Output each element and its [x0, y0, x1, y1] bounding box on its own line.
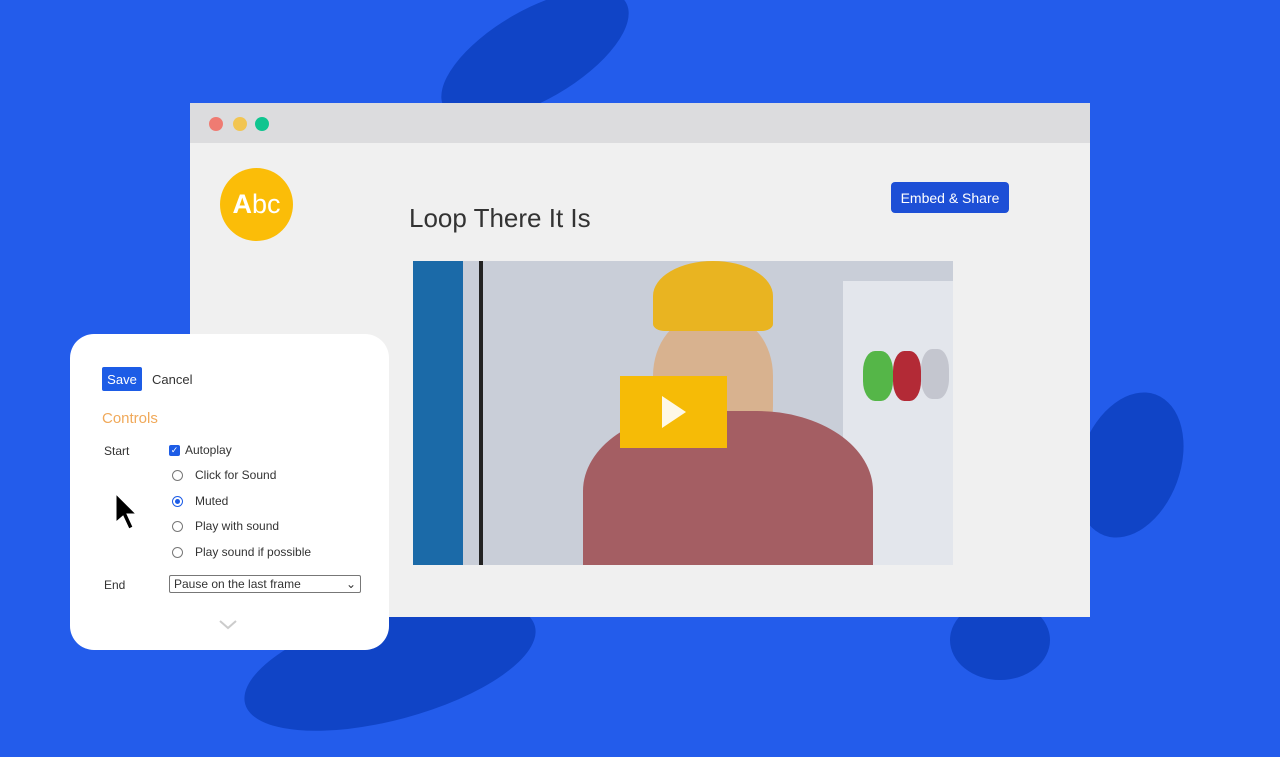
save-button[interactable]: Save: [102, 367, 142, 391]
page-title: Loop There It Is: [409, 203, 591, 233]
section-title: Controls: [102, 410, 158, 427]
radio-icon: [172, 469, 183, 481]
radio-play-with-sound[interactable]: Play with sound: [172, 519, 279, 533]
option-label: Click for Sound: [195, 468, 277, 482]
start-label: Start: [104, 444, 130, 458]
video-frame: [921, 349, 949, 399]
checkmark-icon: ✓: [169, 444, 180, 456]
radio-icon: [172, 520, 183, 532]
radio-icon: [172, 546, 183, 558]
controls-panel: Save Cancel Controls Start ✓ Autoplay Cli…: [70, 334, 389, 650]
end-label: End: [104, 578, 126, 592]
radio-selected-icon: [172, 495, 183, 507]
option-label: Play with sound: [195, 519, 280, 533]
autoplay-label: Autoplay: [185, 443, 232, 457]
embed-share-button[interactable]: Embed & Share: [891, 182, 1009, 213]
radio-play-sound-if-possible[interactable]: Play sound if possible: [172, 545, 311, 559]
close-dot[interactable]: [209, 117, 223, 131]
autoplay-checkbox[interactable]: ✓ Autoplay: [169, 443, 232, 457]
play-icon: [661, 396, 686, 428]
expand-chevron-icon[interactable]: [219, 620, 237, 630]
option-label: Play sound if possible: [195, 545, 312, 559]
video-frame: [413, 261, 463, 565]
chevron-down-icon: ⌄: [345, 577, 356, 591]
video-frame: [893, 351, 921, 401]
end-select[interactable]: Pause on the last frame ⌄: [169, 575, 361, 593]
video-frame: [479, 261, 483, 565]
video-player[interactable]: [413, 261, 953, 565]
logo: Abc: [220, 168, 293, 241]
logo-text: bc: [251, 189, 281, 219]
cancel-button[interactable]: Cancel: [152, 372, 192, 387]
maximize-dot[interactable]: [255, 117, 269, 131]
end-select-value: Pause on the last frame: [174, 577, 301, 591]
minimize-dot[interactable]: [233, 117, 247, 131]
video-frame: [863, 351, 893, 401]
title-bar: [190, 103, 1090, 143]
play-button[interactable]: [620, 376, 727, 448]
logo-text: A: [232, 189, 252, 219]
mouse-cursor-icon: [115, 492, 138, 530]
radio-click-for-sound[interactable]: Click for Sound: [172, 468, 276, 482]
option-label: Muted: [195, 494, 229, 508]
radio-muted[interactable]: Muted: [172, 494, 228, 508]
video-frame: [653, 261, 773, 331]
